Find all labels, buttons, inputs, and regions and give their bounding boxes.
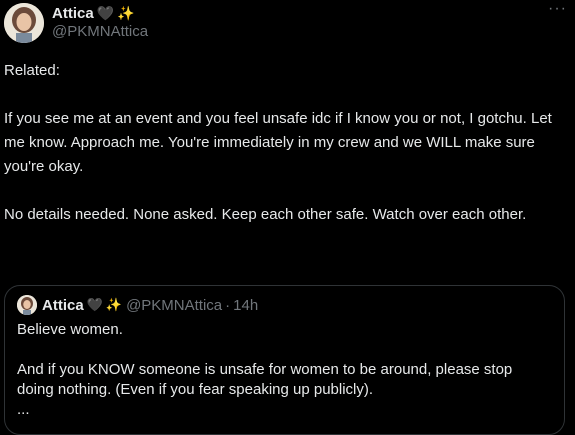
author-avatar[interactable]: [4, 3, 44, 43]
author-handle[interactable]: @PKMNAttica: [52, 23, 148, 40]
quoted-tweet-card[interactable]: Attica 🖤 ✨ @PKMNAttica · 14h Believe wom…: [4, 285, 565, 435]
black-heart-icon: 🖤: [86, 297, 103, 312]
more-options-icon[interactable]: ···: [548, 0, 567, 18]
quoted-timestamp: 14h: [233, 296, 259, 314]
sparkles-icon: ✨: [105, 297, 123, 312]
tweet-paragraph: No details needed. None asked. Keep each…: [4, 206, 527, 223]
author-name-line[interactable]: Attica 🖤 ✨: [52, 3, 135, 23]
separator-dot: ·: [225, 296, 231, 314]
quoted-tweet-text: Believe women. And if you KNOW someone i…: [17, 320, 547, 420]
sparkles-icon: ✨: [117, 5, 135, 21]
tweet-paragraph: Related:: [4, 62, 60, 79]
quoted-author-handle: @PKMNAttica: [126, 296, 223, 314]
author-display-name[interactable]: Attica: [52, 5, 94, 22]
tweet-text: Related: If you see me at an event and y…: [4, 59, 564, 227]
quoted-paragraph: And if you KNOW someone is unsafe for wo…: [17, 361, 513, 398]
quoted-author-avatar: [17, 295, 37, 315]
black-heart-icon: 🖤: [96, 5, 115, 21]
quoted-tweet-header: Attica 🖤 ✨ @PKMNAttica · 14h: [17, 295, 258, 315]
quoted-ellipsis: ...: [17, 401, 30, 418]
quoted-author-name: Attica: [42, 296, 84, 314]
quoted-paragraph: Believe women.: [17, 321, 123, 338]
tweet-paragraph: If you see me at an event and you feel u…: [4, 110, 552, 175]
